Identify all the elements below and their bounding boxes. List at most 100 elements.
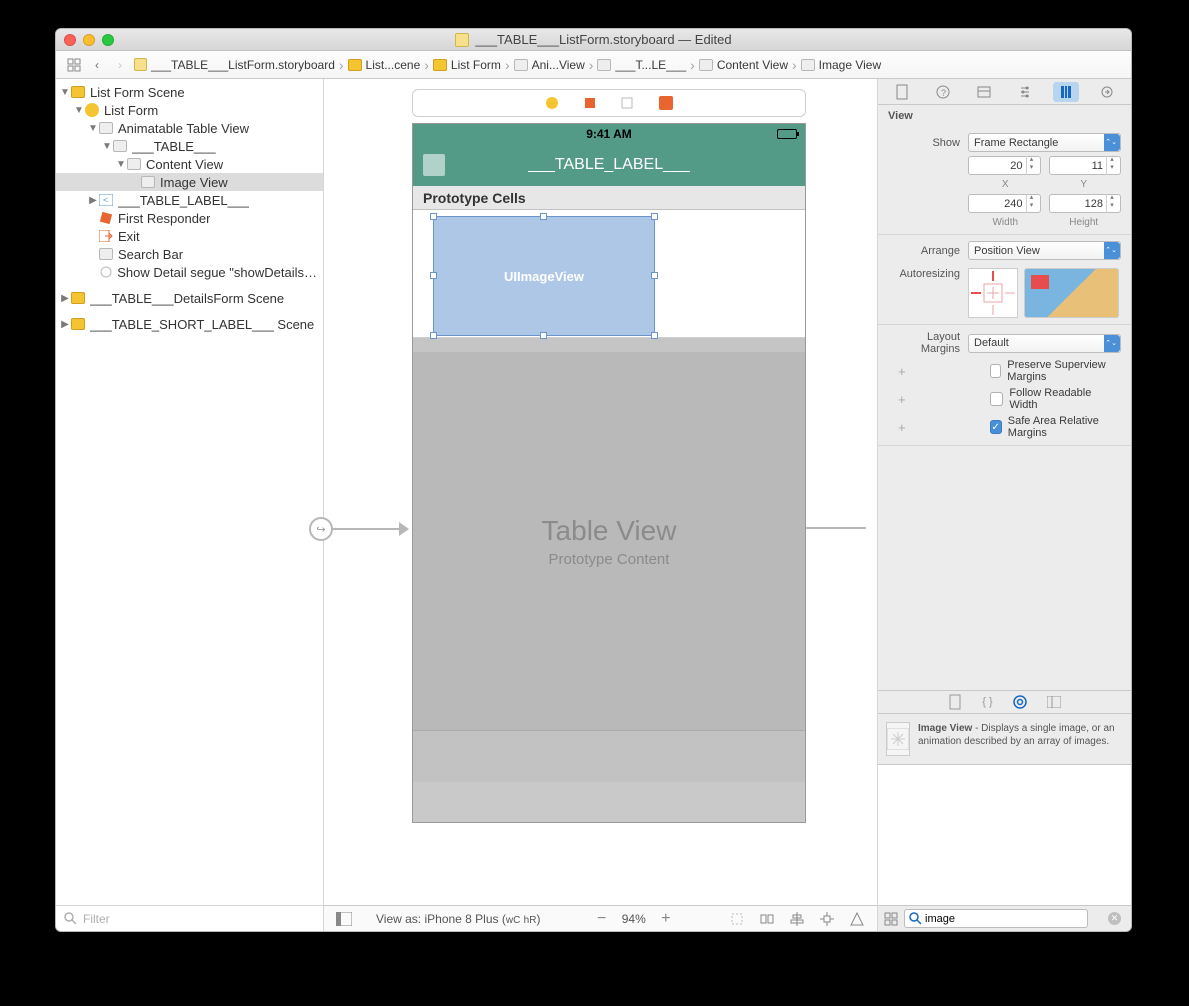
uiimageview-label: UIImageView: [504, 269, 584, 284]
library-tabs: { }: [878, 690, 1131, 714]
outline-table[interactable]: ▼___TABLE___: [56, 137, 323, 155]
outline-content-view[interactable]: ▼Content View: [56, 155, 323, 173]
height-field[interactable]: 128▴▾: [1049, 194, 1122, 213]
window-title: ___TABLE___ListForm.storyboard — Edited: [56, 32, 1131, 47]
table-view-body: Table View Prototype Content: [413, 352, 805, 730]
search-icon: [909, 912, 922, 925]
safe-area-checkbox[interactable]: ✓: [990, 420, 1002, 434]
x-field[interactable]: 20▴▾: [968, 156, 1041, 175]
resolve-issues-icon[interactable]: [847, 910, 867, 928]
help-inspector-icon[interactable]: ?: [930, 82, 956, 102]
outline-exit[interactable]: Exit: [56, 227, 323, 245]
crumb-scene[interactable]: List...cene: [366, 58, 421, 72]
library-item-title: Image View: [918, 723, 972, 734]
filter-placeholder: Filter: [83, 912, 110, 926]
update-frames-icon[interactable]: [727, 910, 747, 928]
crumb-image[interactable]: Image View: [819, 58, 881, 72]
view-as-label[interactable]: View as: iPhone 8 Plus (wC hR): [376, 912, 540, 926]
outline-scene3[interactable]: ▶___TABLE_SHORT_LABEL___ Scene: [56, 315, 323, 333]
device-preview: 9:41 AM ___TABLE_LABEL___ Prototype Cell…: [412, 123, 806, 823]
clear-search-icon[interactable]: ✕: [1108, 912, 1121, 925]
identity-inspector-icon[interactable]: [971, 82, 997, 102]
related-items-icon[interactable]: [64, 56, 84, 74]
outline-first-responder[interactable]: First Responder: [56, 209, 323, 227]
zoom-out-icon[interactable]: −: [592, 909, 612, 929]
connections-inspector-icon[interactable]: [1094, 82, 1120, 102]
outline-image-view[interactable]: Image View: [56, 173, 323, 191]
library-grid-icon[interactable]: [884, 912, 898, 926]
margins-select[interactable]: Default: [968, 334, 1121, 353]
xcode-window: ___TABLE___ListForm.storyboard — Edited …: [55, 28, 1132, 932]
document-outline: ▼List Form Scene ▼List Form ▼Animatable …: [56, 79, 324, 931]
jumpbar: ‹ › ___TABLE___ListForm.storyboard › Lis…: [56, 51, 1131, 79]
add-trait-icon[interactable]: +: [898, 364, 906, 379]
forward-icon[interactable]: ›: [110, 56, 130, 74]
table-view-title: Table View: [542, 515, 677, 547]
outline-scene2[interactable]: ▶___TABLE___DetailsForm Scene: [56, 289, 323, 307]
width-field[interactable]: 240▴▾: [968, 194, 1041, 213]
prototype-cell[interactable]: UIImageView: [413, 210, 805, 338]
code-snippet-lib-icon[interactable]: { }: [982, 696, 992, 708]
readable-width-checkbox[interactable]: [990, 392, 1004, 406]
crumb-file[interactable]: ___TABLE___ListForm.storyboard: [151, 58, 335, 72]
search-dock-icon[interactable]: [659, 96, 673, 110]
outline-table-label[interactable]: ▶<___TABLE_LABEL___: [56, 191, 323, 209]
crumb-anim[interactable]: Ani...View: [532, 58, 585, 72]
media-lib-icon[interactable]: [1047, 696, 1061, 708]
outline-scene[interactable]: ▼List Form Scene: [56, 83, 323, 101]
readable-width-label: Follow Readable Width: [1009, 387, 1121, 411]
autoresizing-preview: [1024, 268, 1119, 318]
svg-text:<: <: [103, 195, 108, 205]
filter-icon: [64, 912, 77, 925]
selected-image-view[interactable]: UIImageView: [433, 216, 655, 336]
image-view-lib-icon: [886, 722, 910, 756]
show-select[interactable]: Frame Rectangle: [968, 133, 1121, 152]
outline-search-bar[interactable]: Search Bar: [56, 245, 323, 263]
view-icon: [699, 59, 713, 71]
status-bar: 9:41 AM: [413, 124, 805, 144]
align-icon[interactable]: [787, 910, 807, 928]
zoom-in-icon[interactable]: +: [656, 909, 676, 929]
object-lib-icon[interactable]: [1013, 695, 1027, 709]
outline-segue[interactable]: Show Detail segue "showDetails" t...: [56, 263, 323, 281]
prototype-header: Prototype Cells: [413, 186, 805, 210]
crumb-content[interactable]: Content View: [717, 58, 788, 72]
controller-dock-icon[interactable]: [545, 96, 559, 110]
crumb-table[interactable]: ___T...LE___: [615, 58, 686, 72]
outline-filter[interactable]: Filter: [56, 905, 323, 931]
titlebar[interactable]: ___TABLE___ListForm.storyboard — Edited: [56, 29, 1131, 51]
file-icon: [134, 58, 147, 71]
pin-icon[interactable]: [817, 910, 837, 928]
back-icon[interactable]: ‹: [87, 56, 107, 74]
library-search-input[interactable]: [904, 909, 1088, 928]
zoom-level[interactable]: 94%: [622, 912, 646, 926]
inspector-tabs: ?: [878, 79, 1131, 105]
autoresizing-control[interactable]: [968, 268, 1018, 318]
segue-icon: ↪: [309, 517, 333, 541]
preserve-margins-checkbox[interactable]: [990, 364, 1002, 378]
outline-listform[interactable]: ▼List Form: [56, 101, 323, 119]
add-trait-icon[interactable]: +: [898, 392, 906, 407]
battery-icon: [777, 129, 797, 139]
outline-anim-table[interactable]: ▼Animatable Table View: [56, 119, 323, 137]
title-text: ___TABLE___ListForm.storyboard — Edited: [475, 32, 731, 47]
arrange-select[interactable]: Position View: [968, 241, 1121, 260]
toggle-outline-icon[interactable]: [334, 910, 354, 928]
add-trait-icon[interactable]: +: [898, 420, 906, 435]
canvas-bottom-bar: View as: iPhone 8 Plus (wC hR) − 94% +: [324, 905, 877, 931]
arrange-label: Arrange: [888, 245, 960, 257]
embed-in-icon[interactable]: [757, 910, 777, 928]
file-inspector-icon[interactable]: [889, 82, 915, 102]
scene-dock[interactable]: [412, 89, 806, 117]
attributes-inspector-icon[interactable]: [1012, 82, 1038, 102]
exit-dock-icon[interactable]: [621, 96, 635, 110]
file-template-lib-icon[interactable]: [948, 694, 962, 710]
library-footer: ✕: [878, 905, 1131, 931]
y-field[interactable]: 11▴▾: [1049, 156, 1122, 175]
crumb-listform[interactable]: List Form: [451, 58, 501, 72]
interface-builder-canvas[interactable]: ↪ 9:41 AM: [324, 79, 878, 931]
size-inspector-icon[interactable]: [1053, 82, 1079, 102]
library-item[interactable]: Image View - Displays a single image, or…: [878, 714, 1131, 765]
view-section-header: View: [878, 105, 1131, 127]
first-responder-dock-icon[interactable]: [583, 96, 597, 110]
